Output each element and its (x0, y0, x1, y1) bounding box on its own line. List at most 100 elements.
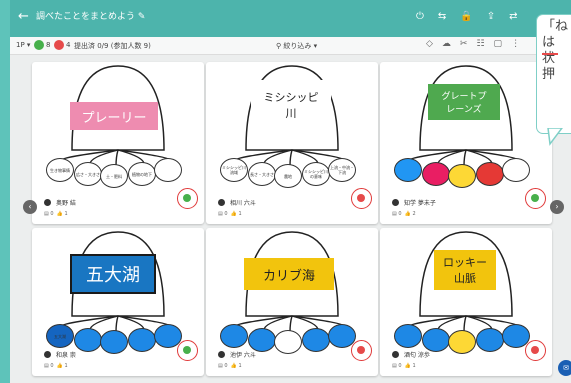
author-name: 和泉 崇 (56, 352, 76, 359)
student-card[interactable]: グレートプ レーンズ知学 夢未子 ▤ 0 👍 2 (380, 62, 552, 224)
card-stats: ▤ 0 👍 1 (392, 363, 416, 369)
status-indicator[interactable] (525, 188, 546, 209)
child-node (476, 162, 504, 186)
status-dot-icon (183, 194, 191, 202)
branch-line (235, 315, 293, 327)
red-dot-icon (54, 40, 64, 50)
avatar-icon (218, 351, 225, 358)
filter-button[interactable]: ⚲ 絞り込み ▾ (276, 41, 317, 51)
comment-count: 0 (224, 211, 228, 217)
child-node: 生き物事情 (46, 158, 74, 182)
green-count: 8 (46, 41, 51, 49)
back-icon[interactable]: ← (18, 9, 29, 25)
like-icon[interactable]: 👍 (405, 363, 411, 369)
like-count: 1 (238, 363, 242, 369)
student-card[interactable]: ミシシッピ 川ミシシッピ川流域 長さ・大きさ 農地 ミシシッピ川の意味 上流・中流・下流… (206, 62, 378, 224)
cloud-icon[interactable]: ☁ (442, 39, 451, 49)
status-indicator[interactable] (351, 188, 372, 209)
child-node (302, 328, 330, 352)
lock-icon[interactable]: 🔒 (460, 10, 472, 24)
child-node: ミシシッピ川流域 (220, 158, 248, 182)
comment-icon[interactable]: ▤ (44, 211, 49, 217)
callout-bubble: 「ね は 状 押 (536, 14, 571, 134)
author-name: 池伊 六斗 (230, 352, 256, 359)
student-card[interactable]: ロッキー 山脈 酒匂 涼歩 ▤ 0 👍 1 (380, 228, 552, 376)
callout-tail (547, 128, 563, 146)
grid-icon[interactable]: ☷ (476, 39, 484, 49)
comment-icon[interactable]: ▤ (218, 363, 223, 369)
avatar-icon (44, 199, 51, 206)
timer-icon[interactable]: ⏻ (416, 10, 424, 24)
callout-text: 「ね は 状 押 (542, 19, 569, 82)
board-title: 調べたことをまとめよう ✎ (36, 12, 146, 22)
child-node (154, 158, 182, 182)
student-card[interactable]: プレーリー 生き物事情 広さ・大きさ 土・肥料 植物の地下 奥野 結 ▤ 0 👍 1 (32, 62, 204, 224)
comment-icon[interactable]: ▤ (44, 363, 49, 369)
like-icon[interactable]: 👍 (231, 363, 237, 369)
branch-line (409, 315, 467, 327)
avatar-icon (218, 199, 225, 206)
child-node (274, 330, 302, 354)
child-node (448, 164, 476, 188)
red-count: 4 (66, 41, 71, 49)
status-indicator[interactable] (177, 188, 198, 209)
shape-icon[interactable]: ◇ (426, 39, 433, 49)
status-indicator[interactable] (351, 340, 372, 361)
comment-count: 0 (398, 211, 402, 217)
comment-icon[interactable]: ▤ (392, 363, 397, 369)
like-count: 1 (64, 363, 68, 369)
student-card[interactable]: カリブ海池伊 六斗 ▤ 0 👍 1 (206, 228, 378, 376)
transfer-icon[interactable]: ⇄ (509, 10, 517, 24)
status-indicator[interactable] (177, 340, 198, 361)
main-topic: カリブ海 (244, 258, 334, 290)
child-node: 上流・中流・下流 (328, 158, 356, 182)
like-icon[interactable]: 👍 (57, 211, 63, 217)
more-icon[interactable]: ⋮ (511, 39, 520, 49)
student-card[interactable]: 五大湖 五大湖 和泉 崇 ▤ 0 👍 1 (32, 228, 204, 376)
main-topic: グレートプ レーンズ (428, 84, 500, 120)
card-stats: ▤ 0 👍 2 (392, 211, 416, 217)
main-topic: ミシシッピ 川 (251, 80, 331, 130)
card-stats: ▤ 0 👍 1 (218, 363, 242, 369)
window-icon[interactable]: ▢ (494, 39, 503, 49)
toolbar: 1P ▾ 8 4 提出済 0/9 (参加人数 9) ⚲ 絞り込み ▾ ◇ ☁ ✂… (10, 37, 571, 55)
prev-page-button[interactable]: ‹ (23, 200, 37, 214)
upload-icon[interactable]: ⇪ (487, 10, 495, 24)
like-icon[interactable]: 👍 (405, 211, 411, 217)
branch-line (409, 149, 467, 161)
comment-count: 0 (50, 363, 54, 369)
child-node (476, 328, 504, 352)
avatar-icon (44, 351, 51, 358)
app-window: ← 調べたことをまとめよう ✎ ⏻ ⇆ 🔒 ⇪ ⇄ 1P ▾ 8 4 提出済 0… (10, 0, 571, 383)
like-count: 1 (64, 211, 68, 217)
callout-underline (542, 53, 558, 55)
child-node (128, 328, 156, 352)
avatar-icon (392, 199, 399, 206)
top-bar: ← 調べたことをまとめよう ✎ ⏻ ⇆ 🔒 ⇪ ⇄ (10, 0, 571, 37)
next-page-button[interactable]: › (550, 200, 564, 214)
cut-icon[interactable]: ✂ (460, 39, 468, 49)
page-select[interactable]: 1P ▾ (16, 41, 30, 49)
green-dot-icon (34, 40, 44, 50)
comment-icon[interactable]: ▤ (218, 211, 223, 217)
share-icon[interactable]: ⇆ (438, 10, 446, 24)
comment-icon[interactable]: ▤ (392, 211, 397, 217)
chat-icon[interactable]: ✉ (558, 360, 571, 376)
status-dot-icon (183, 346, 191, 354)
status-indicator[interactable] (525, 340, 546, 361)
mindmap-lines (61, 65, 171, 167)
like-count: 2 (412, 211, 416, 217)
submission-status: 提出済 0/9 (参加人数 9) (74, 42, 151, 50)
like-icon[interactable]: 👍 (57, 363, 63, 369)
comment-count: 0 (224, 363, 228, 369)
child-node: 長さ・大きさ (248, 162, 276, 186)
child-node (394, 324, 422, 348)
comment-count: 0 (50, 211, 54, 217)
child-node (248, 328, 276, 352)
branch-line (235, 149, 293, 161)
like-count: 1 (412, 363, 416, 369)
child-node (448, 330, 476, 354)
author: 酒匂 涼歩 (392, 350, 430, 359)
like-icon[interactable]: 👍 (231, 211, 237, 217)
author: 知学 夢未子 (392, 198, 436, 207)
